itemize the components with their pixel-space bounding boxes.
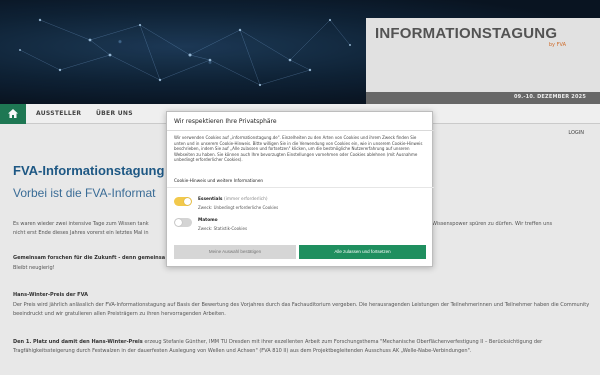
matomo-toggle[interactable] [174,218,192,227]
dialog-divider [167,187,434,188]
essentials-toggle[interactable] [174,197,192,206]
toggle-knob [175,219,182,226]
toggle-knob [184,198,191,205]
dialog-body-text: Wir verwenden Cookies auf „informationst… [174,135,423,163]
accept-all-button[interactable]: Alle zulassen und fortsetzen [299,245,426,259]
cookie-notice-link[interactable]: Cookie-Hinweis und weitere Informationen [174,178,263,183]
confirm-selection-button[interactable]: Meine Auswahl bestätigen [174,245,296,259]
option-essentials-name: Essentials (immer erforderlich) [198,197,268,202]
dialog-title: Wir respektieren Ihre Privatsphäre [174,118,277,125]
option-matomo-desc: Zweck: Statistik-Cookies [198,226,248,231]
cookie-consent-dialog: Wir respektieren Ihre Privatsphäre Wir v… [166,111,434,267]
option-matomo-name: Matomo [198,218,218,223]
option-essentials-desc: Zweck: Unbedingt erforderliche Cookies [198,205,279,210]
dialog-divider [167,130,434,131]
